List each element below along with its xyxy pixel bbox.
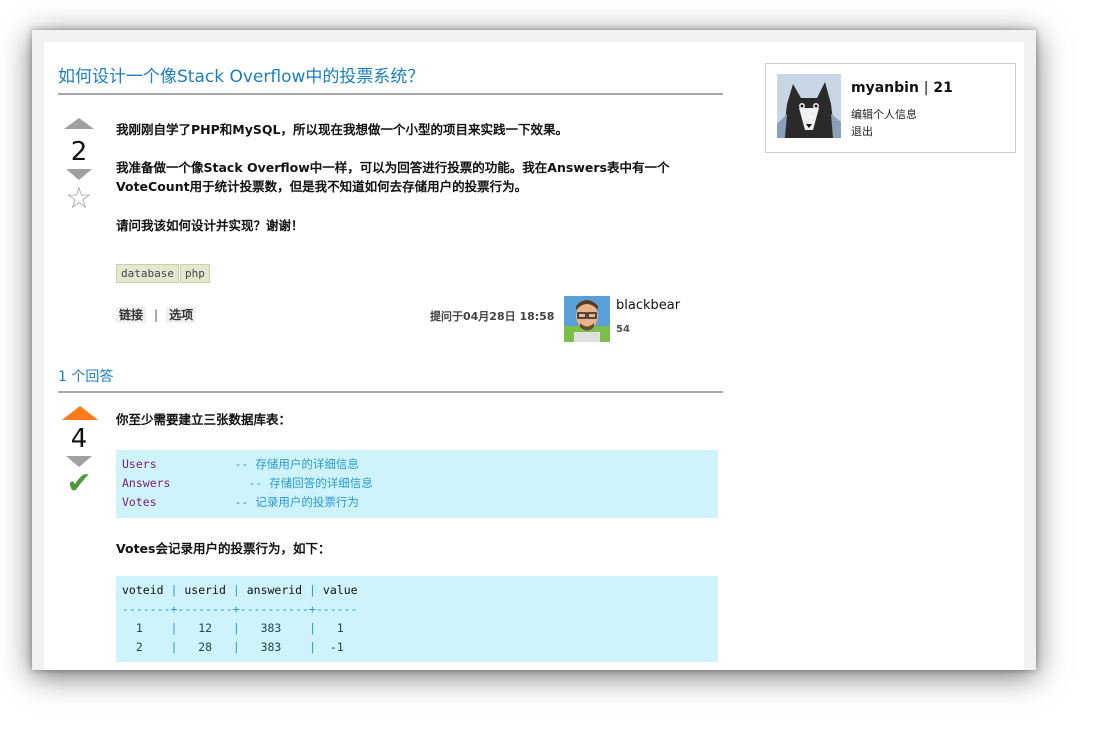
col-value: value <box>322 583 358 597</box>
username-link[interactable]: myanbin <box>851 80 919 96</box>
vote-down-icon[interactable] <box>66 169 92 180</box>
answer-vote-cell: 4 ✔ <box>62 406 98 501</box>
question-vote-cell: 2 ☆ <box>62 118 96 214</box>
col-answerid: answerid <box>246 583 303 597</box>
answer-intro: 你至少需要建立三张数据库表： <box>116 412 292 427</box>
page-frame: 如何设计一个像Stack Overflow中的投票系统？ 2 ☆ 我刚刚自学了P… <box>32 30 1036 670</box>
favorite-star-icon[interactable]: ☆ <box>62 184 96 214</box>
logout-link[interactable]: 退出 <box>851 123 873 139</box>
code-table-name: Users <box>122 457 157 471</box>
options-button[interactable]: 选项 <box>166 307 197 323</box>
code-comment: -- 记录用户的投票行为 <box>234 495 359 509</box>
col-userid: userid <box>184 583 226 597</box>
question-paragraph-2: 我准备做一个像Stack Overflow中一样，可以为回答进行投票的功能。我在… <box>116 160 670 194</box>
user-reputation: 21 <box>933 80 953 96</box>
votes-table-block: voteid | userid | answerid | value -----… <box>116 576 718 662</box>
user-card: myanbin | 21 编辑个人信息 退出 <box>765 63 1016 153</box>
votes-description: Votes会记录用户的投票行为，如下： <box>116 541 331 556</box>
tables-code-block: Users -- 存储用户的详细信息 Answers -- 存储回答的详细信息 Vo… <box>116 450 718 518</box>
cell: 2 <box>135 640 143 654</box>
owner-card: blackbear 54 <box>564 296 714 342</box>
asked-timestamp: 提问于04月28日 18:58 <box>430 310 555 323</box>
cell: -1 <box>329 640 344 654</box>
col-voteid: voteid <box>122 583 164 597</box>
owner-reputation: 54 <box>616 324 630 335</box>
cell: 12 <box>198 621 213 635</box>
user-avatar[interactable] <box>777 74 841 138</box>
question-vote-count: 2 <box>70 137 88 167</box>
cell: 383 <box>260 621 282 635</box>
question-paragraph-1: 我刚刚自学了PHP和MySQL，所以现在我想做一个小型的项目来实践一下效果。 <box>116 122 568 137</box>
code-table-name: Votes <box>122 495 157 509</box>
tag-list: database php <box>116 264 211 283</box>
owner-avatar[interactable] <box>564 296 610 342</box>
name-separator: | <box>923 80 929 96</box>
question-title[interactable]: 如何设计一个像Stack Overflow中的投票系统？ <box>58 62 723 95</box>
tag-database[interactable]: database <box>116 264 179 283</box>
answers-header: 1 个回答 <box>58 366 723 393</box>
cell: 28 <box>198 640 213 654</box>
tag-php[interactable]: php <box>179 264 210 283</box>
question-paragraph-3: 请问我该如何设计并实现？谢谢！ <box>116 218 304 233</box>
cell: 383 <box>260 640 282 654</box>
menu-separator: | <box>154 308 159 322</box>
answer-vote-count: 4 <box>70 424 88 454</box>
accepted-check-icon: ✔ <box>66 466 92 501</box>
owner-name[interactable]: blackbear <box>616 298 680 313</box>
code-comment: -- 存储回答的详细信息 <box>248 476 373 490</box>
cell: 1 <box>336 621 344 635</box>
edit-profile-link[interactable]: 编辑个人信息 <box>851 106 917 122</box>
link-button[interactable]: 链接 <box>116 307 147 323</box>
post-menu: 链接 | 选项 <box>116 306 197 323</box>
cell: 1 <box>135 621 143 635</box>
code-comment: -- 存储用户的详细信息 <box>234 457 359 471</box>
code-table-name: Answers <box>122 476 171 490</box>
vote-up-icon[interactable] <box>64 118 94 129</box>
user-name-line: myanbin | 21 <box>851 80 953 96</box>
table-divider: -------+--------+----------+------ <box>122 602 358 616</box>
main-content: 如何设计一个像Stack Overflow中的投票系统？ 2 ☆ 我刚刚自学了P… <box>44 42 1024 670</box>
vote-up-active-icon[interactable] <box>62 406 98 420</box>
